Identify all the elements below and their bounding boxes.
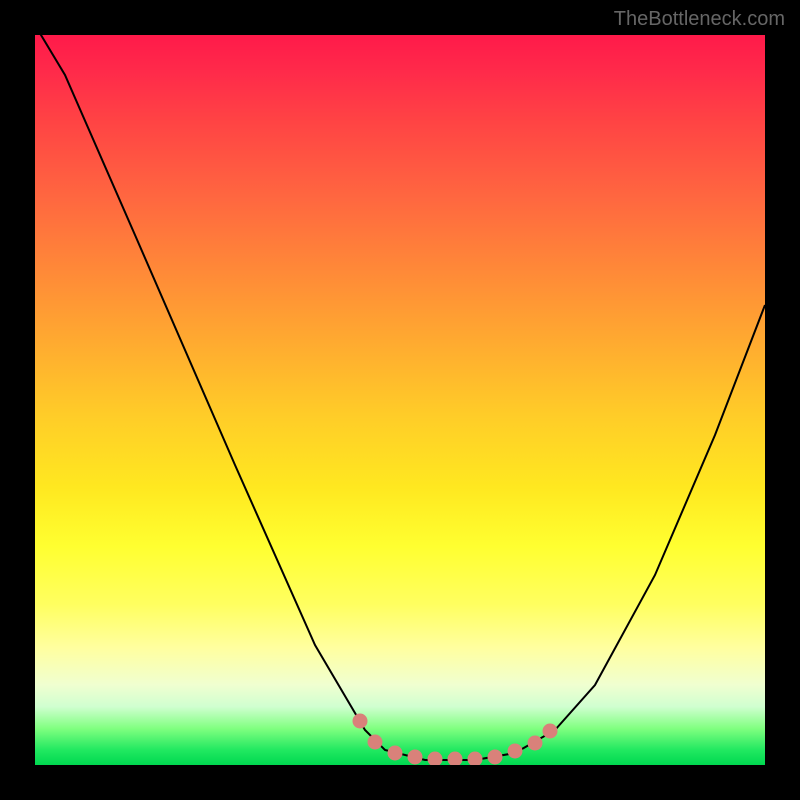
marker-dot <box>368 735 383 750</box>
marker-dot <box>448 752 463 766</box>
chart-svg <box>35 35 765 765</box>
marker-dot <box>488 750 503 765</box>
marker-dots-group <box>353 714 558 766</box>
chart-plot-area <box>35 35 765 765</box>
marker-dot <box>528 736 543 751</box>
marker-dot <box>508 744 523 759</box>
marker-dot <box>388 746 403 761</box>
marker-dot <box>543 724 558 739</box>
bottleneck-curve-path <box>35 35 765 760</box>
marker-dot <box>468 752 483 766</box>
watermark-label: TheBottleneck.com <box>614 8 785 31</box>
marker-dot <box>428 752 443 766</box>
marker-dot <box>353 714 368 729</box>
marker-dot <box>408 750 423 765</box>
